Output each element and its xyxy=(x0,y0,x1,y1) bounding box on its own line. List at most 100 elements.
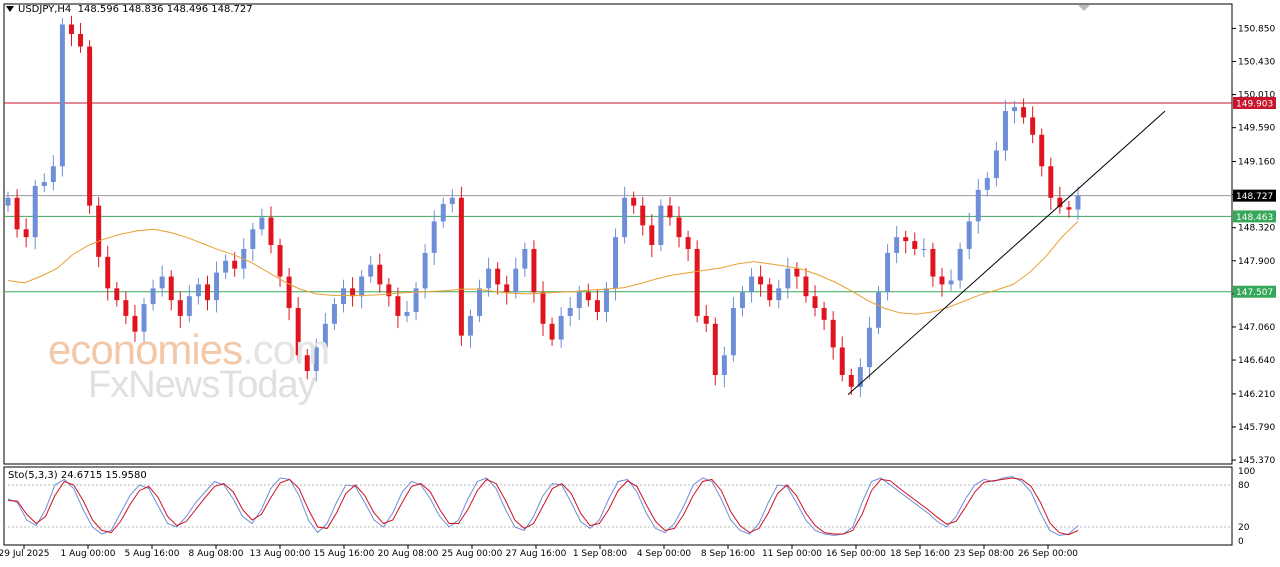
candle-body xyxy=(1039,134,1045,167)
stochastic-label: Sto(5,3,3) xyxy=(8,470,58,481)
candle-body xyxy=(885,252,891,293)
candle-body xyxy=(685,237,691,249)
candle-body xyxy=(1030,117,1036,135)
stochastic-values: 24.6715 15.9580 xyxy=(60,470,147,481)
y-tick-label: 149.590 xyxy=(1238,124,1275,134)
candle-body xyxy=(876,292,882,328)
candle-body xyxy=(594,300,600,312)
candle-body xyxy=(32,185,38,238)
candle-body xyxy=(168,276,174,301)
candle-body xyxy=(767,284,773,301)
candle-body xyxy=(114,288,120,301)
candle-body xyxy=(50,166,56,183)
x-tick-label: 20 Aug 08:00 xyxy=(378,549,439,559)
candle-body xyxy=(1075,195,1081,210)
candle-body xyxy=(567,308,573,316)
y-tick-label: 147.900 xyxy=(1238,257,1275,267)
candle-body xyxy=(649,225,655,246)
candle-body xyxy=(667,205,673,218)
candle-body xyxy=(204,284,210,301)
x-tick-label: 15 Aug 16:00 xyxy=(314,549,375,559)
candle-body xyxy=(404,311,410,316)
candle-body xyxy=(232,260,238,269)
candle-body xyxy=(721,355,727,375)
level-badge-label: 149.903 xyxy=(1236,100,1273,110)
candle-body xyxy=(622,197,628,238)
x-tick-label: 1 Sep 08:00 xyxy=(573,549,628,559)
candle-body xyxy=(957,248,963,281)
candle-body xyxy=(186,296,192,316)
candle-body xyxy=(903,237,909,242)
candle-body xyxy=(440,204,446,222)
candle-body xyxy=(513,268,519,293)
candle-body xyxy=(803,276,809,297)
candle-body xyxy=(712,323,718,375)
candle-body xyxy=(341,288,347,305)
candle-body xyxy=(676,217,682,238)
candle-body xyxy=(1021,107,1027,118)
candle-body xyxy=(331,304,337,324)
candle-body xyxy=(531,248,537,293)
candle-body xyxy=(223,260,229,273)
x-tick-label: 29 Jul 2025 xyxy=(0,549,49,559)
x-tick-label: 8 Aug 08:00 xyxy=(189,549,244,559)
candle-body xyxy=(830,319,836,348)
candle-body xyxy=(603,288,609,312)
stochastic-tick-label: 0 xyxy=(1238,537,1244,547)
candle-body xyxy=(522,248,528,269)
chart-canvas[interactable]: 150.850150.430150.010149.590149.160148.7… xyxy=(0,0,1280,567)
y-tick-label: 150.850 xyxy=(1238,24,1275,34)
x-tick-label: 13 Aug 00:00 xyxy=(250,549,311,559)
candle-body xyxy=(467,315,473,336)
candle-body xyxy=(159,276,165,289)
candle-body xyxy=(250,229,256,249)
candle-body xyxy=(495,268,501,285)
candle-body xyxy=(123,300,129,316)
candle-body xyxy=(540,292,546,324)
candle-body xyxy=(558,315,564,340)
candle-body xyxy=(866,327,872,368)
x-tick-label: 26 Sep 00:00 xyxy=(1018,549,1078,559)
candle-body xyxy=(23,229,29,238)
stochastic-tick-label: 80 xyxy=(1238,481,1250,491)
candle-body xyxy=(1002,111,1008,151)
candle-body xyxy=(930,248,936,277)
candle-body xyxy=(87,46,93,206)
candle-body xyxy=(921,248,927,250)
y-tick-label: 145.370 xyxy=(1238,456,1275,466)
stochastic-tick-label: 20 xyxy=(1238,523,1250,533)
candle-body xyxy=(794,268,800,277)
candle-body xyxy=(658,205,664,246)
x-tick-label: 4 Sep 00:00 xyxy=(637,549,692,559)
candle-body xyxy=(739,292,745,309)
x-tick-label: 23 Sep 08:00 xyxy=(954,549,1014,559)
candle-body xyxy=(449,197,455,205)
candle-body xyxy=(1066,207,1072,210)
candle-body xyxy=(68,24,74,34)
candle-body xyxy=(277,245,283,277)
candle-body xyxy=(839,347,845,375)
candle-body xyxy=(377,264,383,285)
candle-body xyxy=(993,150,999,179)
watermark-fxnewstoday: FxNewsToday xyxy=(88,364,317,406)
x-tick-label: 1 Aug 00:00 xyxy=(61,549,116,559)
candle-body xyxy=(966,221,972,249)
y-tick-label: 150.430 xyxy=(1238,58,1275,68)
x-tick-label: 25 Aug 00:00 xyxy=(442,549,503,559)
candle-body xyxy=(268,217,274,246)
symbol-header: USDJPY,H4 148.596 148.836 148.496 148.72… xyxy=(6,4,253,15)
x-tick-label: 16 Sep 00:00 xyxy=(826,549,886,559)
candle-body xyxy=(477,288,483,316)
stochastic-panel-frame xyxy=(3,466,1233,546)
y-tick-label: 147.060 xyxy=(1238,323,1275,333)
candle-body xyxy=(1048,166,1054,198)
candle-body xyxy=(730,308,736,356)
candle-body xyxy=(640,205,646,226)
y-tick-label: 149.160 xyxy=(1238,158,1275,168)
dropdown-triangle-icon[interactable] xyxy=(6,6,14,12)
candle-body xyxy=(912,241,918,249)
y-tick-label: 146.640 xyxy=(1238,356,1275,366)
candle-body xyxy=(576,292,582,309)
candle-body xyxy=(812,296,818,309)
symbol-timeframe: USDJPY,H4 xyxy=(18,4,72,15)
